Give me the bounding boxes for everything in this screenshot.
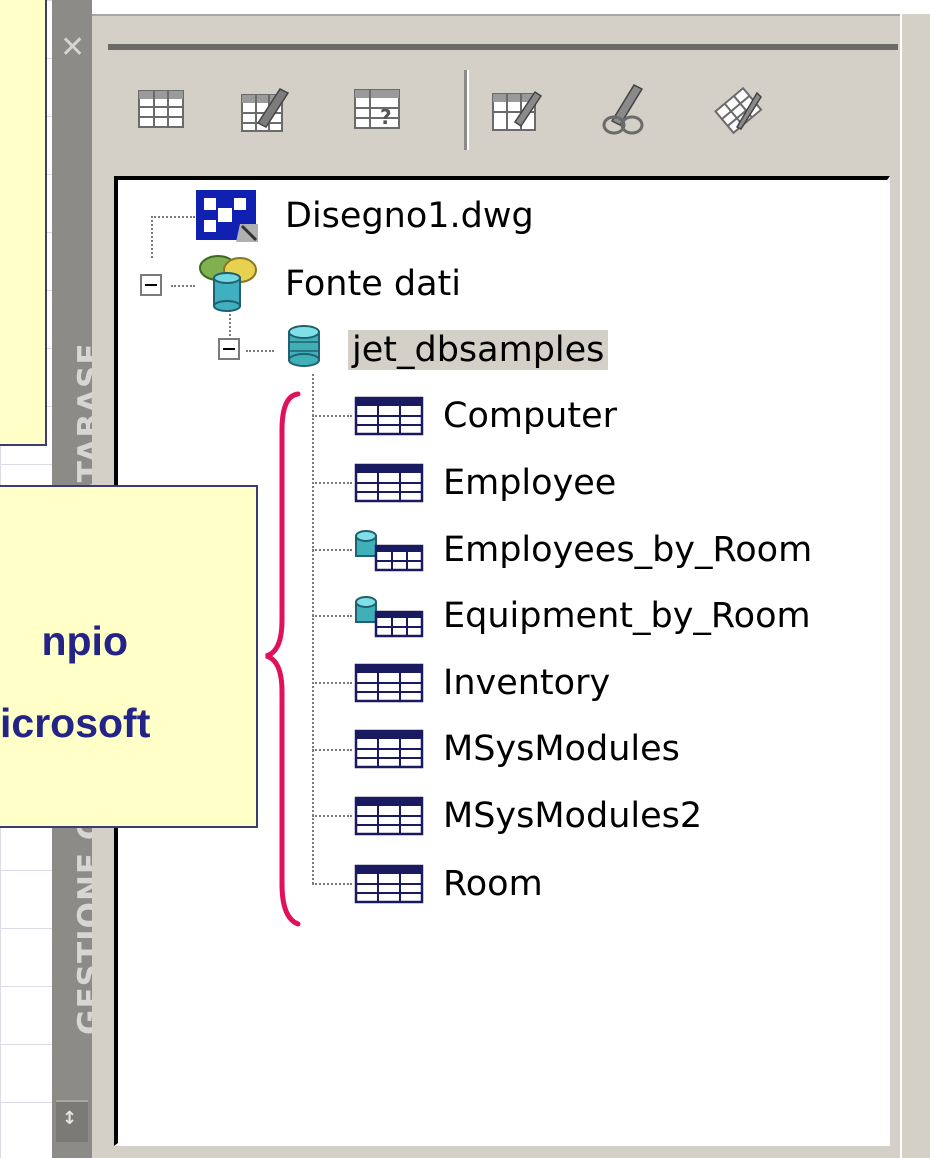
tree-connector [246, 350, 274, 352]
tree-item-label: Computer [443, 396, 617, 436]
query-icon [355, 530, 424, 572]
tree-connector [312, 815, 352, 817]
collapse-database-button[interactable] [218, 338, 240, 360]
tree-connector [312, 549, 352, 551]
view-table-button[interactable] [132, 80, 190, 138]
tree-item-label: Employees_by_Room [443, 530, 813, 570]
callout-line-1-text: npio [41, 618, 128, 664]
tree-item-label: Inventory [443, 663, 611, 703]
tree-connector [312, 883, 352, 885]
tree-node-database[interactable]: jet_dbsamples [348, 330, 609, 370]
auto-hide-icon: ↕ [62, 1108, 78, 1129]
tree-node-data-sources[interactable]: Fonte dati [285, 264, 461, 304]
database-icon [288, 325, 320, 367]
table-icon [354, 796, 424, 836]
view-table-icon [138, 90, 184, 128]
tree-item-label: Room [443, 864, 543, 904]
new-label-template-icon [602, 84, 644, 135]
tree-connector [312, 615, 352, 617]
edit-table-icon [241, 88, 290, 132]
svg-text:?: ? [380, 105, 392, 129]
new-label-template-button[interactable] [594, 80, 652, 138]
data-sources-icon [199, 255, 257, 312]
tree-connector [312, 682, 352, 684]
callout-box-top [0, 0, 47, 446]
tree-connector [312, 374, 314, 884]
callout-line-1: npio [0, 618, 256, 665]
execute-query-button[interactable]: ? [348, 80, 406, 138]
callout-line-2: icrosoft [0, 700, 151, 746]
curly-brace-icon [265, 391, 301, 927]
query-icon [355, 596, 424, 638]
tree-item-label: Employee [443, 463, 617, 503]
tree-connector [312, 415, 352, 417]
drawing-icon [196, 190, 258, 242]
panel-frame [108, 44, 898, 50]
toolbar-separator [464, 70, 469, 150]
panel-scroll-edge [900, 14, 930, 1158]
tree-connector [312, 749, 352, 751]
tree-item-label: MSysModules2 [443, 796, 703, 836]
synchronize-button[interactable] [708, 80, 766, 138]
tree-item-label: MSysModules [443, 729, 680, 769]
tree-item-label: Equipment_by_Room [443, 596, 811, 636]
table-icon [354, 729, 424, 769]
tree-connector [312, 482, 352, 484]
tree-node-drawing[interactable]: Disegno1.dwg [285, 196, 534, 236]
table-icon [354, 864, 424, 904]
panel-top-edge [92, 0, 930, 16]
edit-table-button[interactable] [236, 80, 294, 138]
table-icon [354, 663, 424, 703]
table-icon [354, 396, 424, 436]
collapse-fonte-dati-button[interactable] [140, 274, 162, 296]
toolbar: ? [118, 62, 878, 162]
tree-connector [171, 285, 195, 287]
close-icon[interactable]: ✕ [60, 30, 85, 65]
new-link-template-button[interactable] [488, 80, 546, 138]
new-link-template-icon [492, 90, 543, 131]
table-icon [354, 463, 424, 503]
tree-connector [151, 216, 153, 258]
new-query-icon: ? [354, 89, 400, 129]
synchronize-icon [714, 86, 763, 135]
tree-connector [151, 216, 195, 218]
